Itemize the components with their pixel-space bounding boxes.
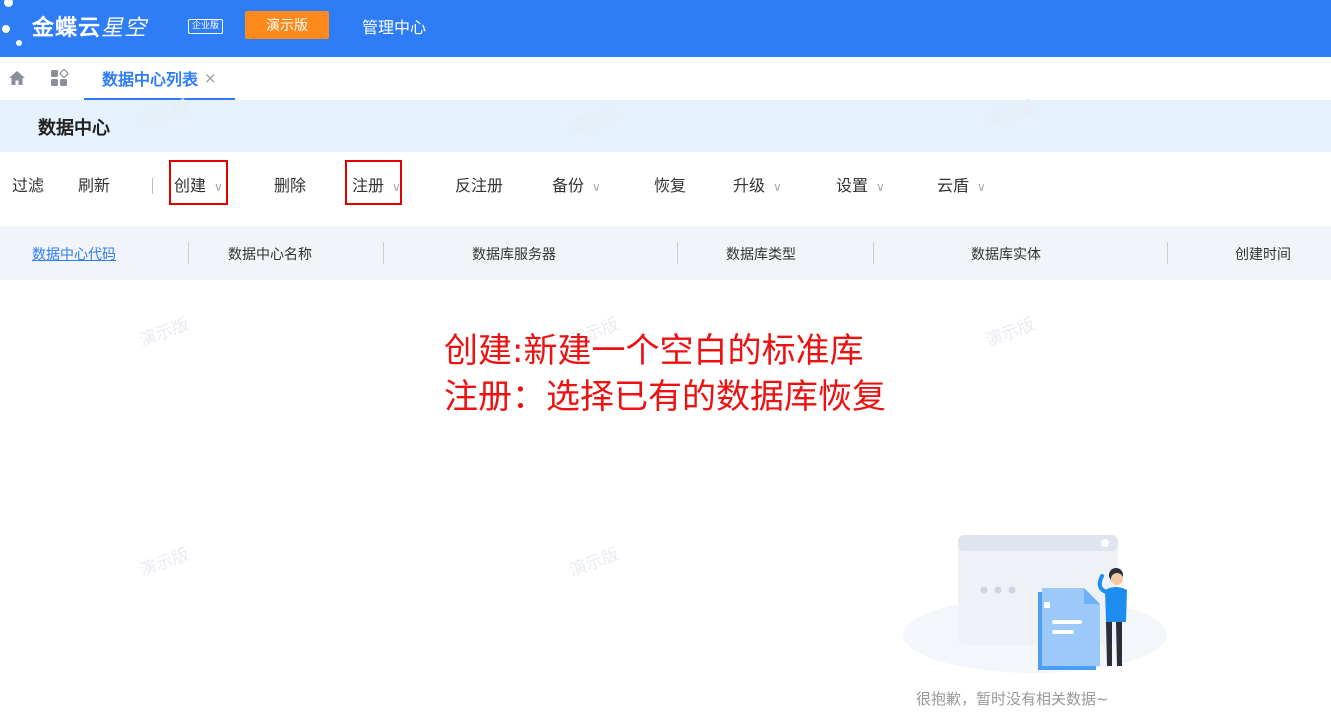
watermark: 演示版: [136, 314, 192, 351]
register-highlight-box: [345, 160, 402, 205]
watermark: 演示版: [566, 544, 622, 581]
brand-logo[interactable]: 金蝶云星空: [32, 10, 147, 42]
tab-bar: 数据中心列表 ×: [0, 57, 1331, 100]
red-annotation: 创建:新建一个空白的标准库 注册：选择已有的数据库恢复: [444, 328, 886, 420]
apps-grid-icon[interactable]: [50, 69, 70, 87]
watermark: 演示版: [136, 544, 192, 581]
column-divider[interactable]: [188, 242, 189, 264]
column-header-name[interactable]: 数据中心名称: [228, 244, 312, 264]
brand-main: 金蝶云: [32, 16, 102, 41]
column-header-db-entity[interactable]: 数据库实体: [971, 244, 1041, 264]
chevron-down-icon[interactable]: ∨: [977, 180, 986, 194]
page-title: 数据中心: [38, 118, 110, 139]
refresh-button[interactable]: 刷新: [78, 172, 110, 200]
backup-label: 备份: [552, 176, 585, 195]
chevron-down-icon[interactable]: ∨: [592, 180, 601, 194]
unregister-button[interactable]: 反注册: [455, 172, 503, 200]
chevron-down-icon[interactable]: ∨: [876, 180, 885, 194]
settings-button[interactable]: 设置 ∨: [836, 172, 885, 200]
home-icon[interactable]: [8, 69, 26, 87]
column-header-db-type[interactable]: 数据库类型: [726, 244, 796, 264]
logo-dots-icon: [0, 0, 30, 57]
column-header-code[interactable]: 数据中心代码: [32, 244, 116, 264]
toolbar: 过滤 刷新 创建 ∨ 删除 注册 ∨ 反注册 备份 ∨ 恢复 升级 ∨ 设置 ∨ 云盾 ∨: [0, 152, 1331, 218]
column-header-created-time[interactable]: 创建时间: [1235, 244, 1291, 264]
cloud-shield-label: 云盾: [937, 176, 970, 195]
column-divider[interactable]: [873, 242, 874, 264]
demo-badge: 演示版: [245, 11, 329, 39]
top-bar: 金蝶云星空 企业版 演示版 管理中心: [0, 0, 1331, 57]
table-header: 数据中心代码 数据中心名称 数据库服务器 数据库类型 数据库实体 创建时间: [0, 226, 1331, 280]
tab-label: 数据中心列表: [102, 69, 199, 89]
cloud-shield-button[interactable]: 云盾 ∨: [937, 172, 986, 200]
edition-badge: 企业版: [188, 19, 224, 34]
empty-state-message: 很抱歉，暂时没有相关数据~: [916, 690, 1109, 708]
annotation-line-1: 创建:新建一个空白的标准库: [444, 331, 864, 371]
watermark: 演示版: [982, 314, 1038, 351]
column-divider[interactable]: [1167, 242, 1168, 264]
close-icon[interactable]: ×: [204, 69, 217, 87]
brand-sub: 星空: [101, 16, 148, 41]
annotation-line-2: 注册：选择已有的数据库恢复: [444, 377, 886, 417]
empty-state-illustration: [903, 535, 1167, 673]
column-divider[interactable]: [383, 242, 384, 264]
create-highlight-box: [169, 160, 228, 205]
column-header-db-server[interactable]: 数据库服务器: [472, 244, 556, 264]
restore-button[interactable]: 恢复: [654, 172, 686, 200]
upgrade-label: 升级: [733, 176, 766, 195]
upgrade-button[interactable]: 升级 ∨: [733, 172, 782, 200]
management-center-link[interactable]: 管理中心: [362, 14, 426, 38]
backup-button[interactable]: 备份 ∨: [552, 172, 601, 200]
delete-button[interactable]: 删除: [274, 172, 306, 200]
settings-label: 设置: [836, 176, 869, 195]
column-divider[interactable]: [677, 242, 678, 264]
page-header: 数据中心: [0, 100, 1331, 152]
tab-data-center-list[interactable]: 数据中心列表 ×: [84, 57, 235, 100]
toolbar-divider: [152, 178, 153, 194]
filter-button[interactable]: 过滤: [12, 172, 44, 200]
chevron-down-icon[interactable]: ∨: [773, 180, 782, 194]
